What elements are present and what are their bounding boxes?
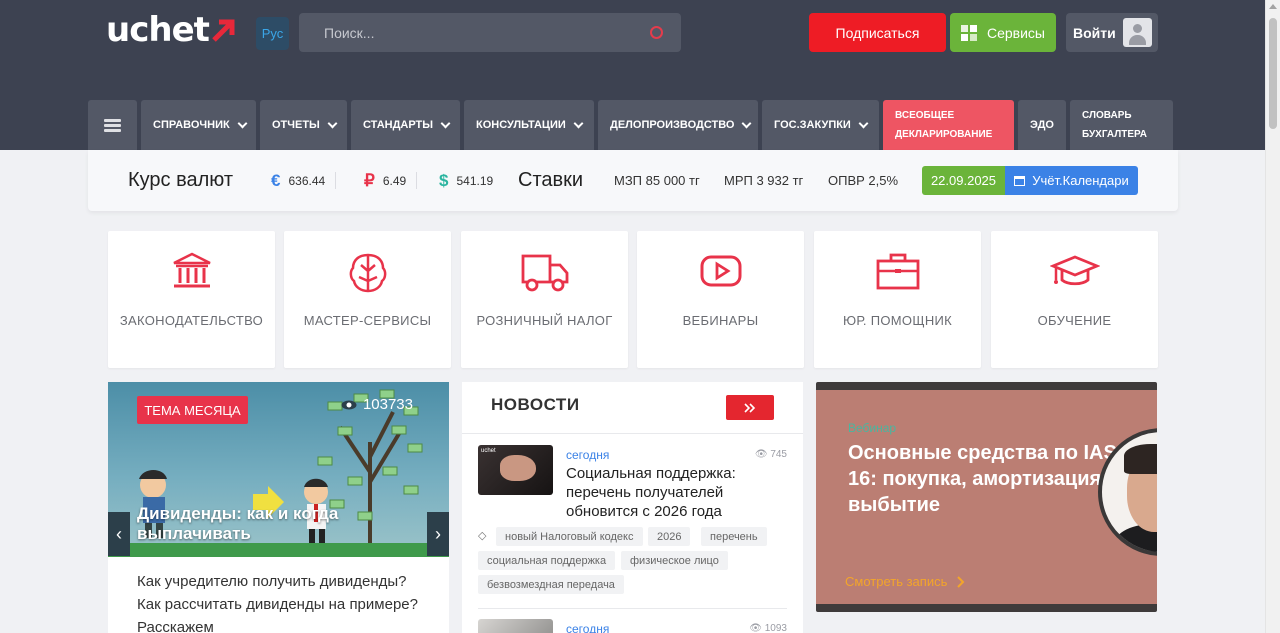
tile-yur-pomoshchnik[interactable]: ЮР. ПОМОЩНИК bbox=[814, 231, 981, 368]
tile-roznichnyj-nalog[interactable]: РОЗНИЧНЫЙ НАЛОГ bbox=[461, 231, 628, 368]
nav-edo[interactable]: ЭДО bbox=[1018, 100, 1066, 150]
nav-spravochnik[interactable]: СПРАВОЧНИК bbox=[141, 100, 256, 150]
euro-icon: € bbox=[271, 170, 281, 190]
usd-rate: $541.19 bbox=[439, 170, 494, 190]
nav-standarty[interactable]: СТАНДАРТЫ bbox=[351, 100, 460, 150]
chevron-down-icon bbox=[440, 118, 451, 128]
rates-title: Курс валют bbox=[128, 169, 234, 191]
tag-item[interactable]: перечень bbox=[701, 527, 767, 546]
nav-deloproizvodstvo[interactable]: ДЕЛОПРОИЗВОДСТВО bbox=[598, 100, 758, 150]
chevron-down-icon bbox=[741, 118, 752, 128]
nav-goszakupki[interactable]: ГОС.ЗАКУПКИ bbox=[762, 100, 879, 150]
menu-burger-icon[interactable] bbox=[88, 100, 137, 150]
calendar-icon bbox=[1014, 176, 1026, 186]
chevron-down-icon bbox=[573, 118, 584, 128]
tile-vebinary[interactable]: ВЕБИНАРЫ bbox=[637, 231, 804, 368]
mrp-value: МРП 3 932 тг bbox=[724, 173, 804, 188]
eye-icon: 👁 bbox=[749, 623, 762, 633]
logo[interactable]: uchet bbox=[106, 10, 237, 50]
logo-arrow-icon bbox=[212, 19, 235, 42]
nav-vseobshchee-deklarirovanie[interactable]: ВСЕОБЩЕЕ ДЕКЛАРИРОВАНИЕ bbox=[883, 100, 1014, 150]
scrollbar[interactable] bbox=[1265, 0, 1280, 633]
brain-icon bbox=[349, 253, 386, 293]
tag-item[interactable]: социальная поддержка bbox=[478, 551, 616, 570]
tile-obuchenie[interactable]: ОБУЧЕНИЕ bbox=[991, 231, 1158, 368]
tag-item[interactable]: физическое лицо bbox=[621, 551, 728, 570]
news-date: сегодня bbox=[566, 622, 610, 633]
ruble-icon: ₽ bbox=[364, 170, 375, 190]
eye-icon bbox=[341, 400, 357, 409]
search-icon[interactable] bbox=[650, 26, 663, 39]
views-counter: 103733 bbox=[341, 396, 413, 413]
webinar-banner[interactable]: Вебинар Основные средства по IAS 16: пок… bbox=[816, 382, 1157, 612]
theme-of-month-card[interactable]: ТЕМА МЕСЯЦА 103733 Дивиденды: как и когд… bbox=[108, 382, 449, 633]
mzp-value: МЗП 85 000 тг bbox=[614, 173, 700, 188]
chevron-right-icon bbox=[957, 575, 965, 588]
news-thumbnail[interactable] bbox=[478, 619, 553, 633]
chevron-left-icon[interactable]: ‹ bbox=[108, 512, 130, 556]
tag-item[interactable]: безвозмездная передача bbox=[478, 575, 624, 594]
scrollbar-thumb[interactable] bbox=[1269, 18, 1277, 129]
chevron-down-icon bbox=[327, 118, 338, 128]
watch-recording-link[interactable]: Смотреть запись bbox=[845, 574, 965, 589]
subscribe-button[interactable]: Подписаться bbox=[809, 13, 946, 52]
news-views: 👁 1093 bbox=[749, 623, 787, 633]
news-views: 👁 745 bbox=[754, 449, 787, 460]
video-play-icon bbox=[700, 255, 741, 287]
eye-icon: 👁 bbox=[754, 449, 768, 460]
date-badge[interactable]: 22.09.2025 bbox=[922, 166, 1005, 195]
bank-building-icon bbox=[172, 252, 211, 288]
theme-description: Как учредителю получить дивиденды? Как р… bbox=[137, 573, 418, 633]
chevron-right-icon[interactable]: › bbox=[427, 512, 449, 556]
services-label: Сервисы bbox=[986, 24, 1045, 41]
truck-icon bbox=[521, 254, 568, 292]
banner-title: Основные средства по IAS 16: покупка, ам… bbox=[848, 442, 1117, 516]
stavki-title: Ставки bbox=[518, 169, 584, 191]
tag-item[interactable]: новый Налоговый кодекс bbox=[496, 527, 643, 546]
rub-rate: ₽6.49 bbox=[364, 150, 418, 211]
briefcase-icon bbox=[876, 253, 919, 290]
theme-image: ТЕМА МЕСЯЦА 103733 Дивиденды: как и когд… bbox=[108, 382, 449, 557]
user-avatar-icon bbox=[1123, 18, 1152, 47]
theme-badge: ТЕМА МЕСЯЦА bbox=[137, 396, 248, 424]
services-button[interactable]: Сервисы bbox=[950, 13, 1056, 52]
news-panel: НОВОСТИ uchet сегодня 👁 745 Социальная п… bbox=[462, 382, 803, 633]
grid-icon bbox=[960, 24, 977, 41]
eur-rate: €636.44 bbox=[271, 150, 337, 211]
double-chevron-right-icon bbox=[744, 402, 756, 413]
calendar-button[interactable]: Учёт.Календари bbox=[1005, 166, 1138, 195]
tag-item[interactable]: 2026 bbox=[648, 527, 691, 546]
nav-otchety[interactable]: ОТЧЕТЫ bbox=[260, 100, 347, 150]
news-heading: НОВОСТИ bbox=[491, 395, 580, 414]
language-switch[interactable]: Рус bbox=[256, 17, 289, 50]
login-label: Войти bbox=[1073, 24, 1116, 41]
search-input[interactable] bbox=[324, 24, 644, 41]
chevron-down-icon bbox=[237, 118, 248, 128]
tile-master-servisy[interactable]: МАСТЕР-СЕРВИСЫ bbox=[284, 231, 451, 368]
news-thumbnail[interactable]: uchet bbox=[478, 445, 553, 495]
banner-tag: Вебинар bbox=[848, 421, 897, 435]
news-date: сегодня bbox=[566, 448, 610, 462]
opvr-value: ОПВР 2,5% bbox=[828, 173, 899, 188]
nav-konsultacii[interactable]: КОНСУЛЬТАЦИИ bbox=[464, 100, 594, 150]
chevron-down-icon bbox=[858, 118, 869, 128]
theme-title[interactable]: Дивиденды: как и когда выплачивать bbox=[137, 504, 377, 544]
news-more-button[interactable] bbox=[726, 395, 774, 420]
news-title[interactable]: Социальная поддержка: перечень получател… bbox=[566, 464, 786, 521]
login-button[interactable]: Войти bbox=[1066, 13, 1158, 52]
graduation-cap-icon bbox=[1049, 255, 1100, 286]
nav-slovar-buhgaltera[interactable]: СЛОВАРЬ БУХГАЛТЕРА bbox=[1070, 100, 1173, 150]
dollar-icon: $ bbox=[439, 170, 449, 190]
tag-icon: ◇ bbox=[478, 530, 487, 542]
search-bar[interactable] bbox=[299, 13, 681, 52]
tile-zakonodatelstvo[interactable]: ЗАКОНОДАТЕЛЬСТВО bbox=[108, 231, 275, 368]
